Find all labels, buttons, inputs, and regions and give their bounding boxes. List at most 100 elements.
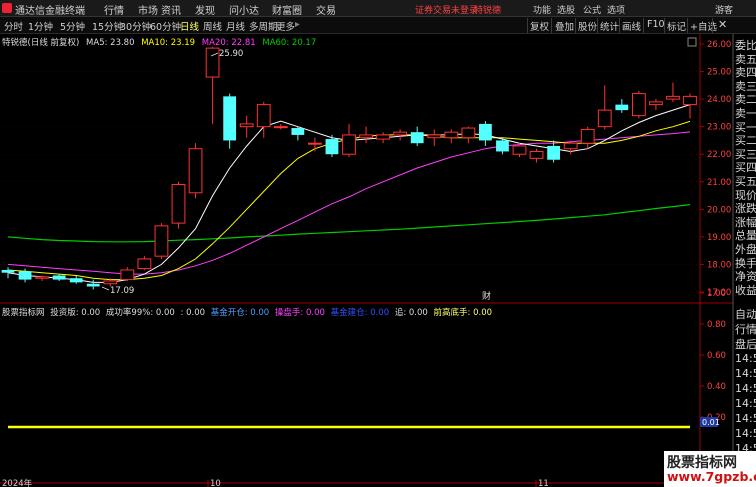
menu-options[interactable]: 选项 xyxy=(607,3,625,16)
menu-formula[interactable]: 公式 xyxy=(583,3,601,16)
side-time: 14:50 xyxy=(735,352,756,365)
tab-monthly[interactable]: 月线 xyxy=(226,19,245,33)
candle-body-down xyxy=(86,283,100,287)
collapse-icon[interactable] xyxy=(687,37,697,47)
side-time: 14:50 xyxy=(735,382,756,395)
indicator-title[interactable]: 股票指标网 xyxy=(2,308,45,318)
toolbar-divider xyxy=(597,18,598,33)
candle-body-up xyxy=(137,258,152,270)
indicator-axis: 1.000.800.600.400.20 xyxy=(700,289,726,423)
ma10-legend: MA10: 23.19 xyxy=(141,38,196,48)
f10-button[interactable]: F10 xyxy=(647,19,665,30)
app-title: 通达信金融终端 xyxy=(15,6,85,17)
menu-discover[interactable]: 发现 xyxy=(195,2,215,17)
tab-timeshare[interactable]: 分时 xyxy=(4,19,23,33)
stock-name-badge: 特锐德 xyxy=(474,6,502,16)
date-label-nov: 11 xyxy=(538,479,549,487)
menu-wealth[interactable]: 财富圈 xyxy=(272,2,302,17)
candle-body-up xyxy=(154,225,169,257)
period-toolbar: 分时 1分钟 5分钟 15分钟 30分钟 60分钟 日线 周线 月线 多周期 更… xyxy=(0,17,756,34)
tab-15min[interactable]: 15分钟 xyxy=(92,19,123,33)
candle-body-up xyxy=(444,131,459,139)
ma60-line xyxy=(7,204,691,243)
candle-body-up xyxy=(512,145,527,155)
finance-marker[interactable]: 财 xyxy=(482,290,491,302)
version-value: 投资版: 0.00 xyxy=(50,308,101,318)
login-status[interactable]: 证券交易未登录 xyxy=(415,3,478,16)
menu-quotes[interactable]: 行情 xyxy=(104,2,124,17)
candle-body-up xyxy=(256,104,271,128)
side-label-lower: 自动 xyxy=(735,308,756,321)
candle-body-up xyxy=(427,134,442,139)
tab-1min[interactable]: 1分钟 xyxy=(28,19,53,33)
ma60-legend: MA60: 20.17 xyxy=(262,38,317,48)
toolbar-divider xyxy=(527,18,528,33)
side-label: 收益 xyxy=(735,283,756,297)
low-pointer xyxy=(101,286,110,291)
price-axis-ticks: 26.00 25.00 24.00 23.00 22.00 21.00 20.00 19.00… xyxy=(700,40,731,298)
tab-60min[interactable]: 60分钟 xyxy=(150,19,181,33)
tab-more[interactable]: 更多 xyxy=(276,19,295,33)
date-label-oct: 10 xyxy=(210,479,221,487)
candle-body-up xyxy=(683,95,697,106)
overlay-button[interactable]: 叠加 xyxy=(555,19,574,33)
candle-body-up xyxy=(461,127,476,139)
menu-select-stock[interactable]: 选股 xyxy=(557,3,575,16)
candle-body-down xyxy=(496,140,509,152)
date-label-year: 2024年 xyxy=(2,478,33,487)
more-arrow-icon[interactable]: ▸ xyxy=(295,19,300,30)
high-price-label: 25.90 xyxy=(219,49,243,59)
candle-body-up xyxy=(205,47,220,78)
main-build-value: 基金建仓: 0.00 xyxy=(330,308,390,318)
price-tick-label: 21.00 xyxy=(707,178,731,188)
candle-body-down xyxy=(69,278,83,283)
tab-multi-period[interactable]: 多周期 xyxy=(249,19,278,33)
candle-body-up xyxy=(188,148,203,194)
tab-daily[interactable]: 日线 xyxy=(180,19,199,33)
toolbar-divider xyxy=(551,18,552,33)
main-open-value: 基金开仓: 0.00 xyxy=(210,308,270,318)
kline-chart[interactable]: 26.00 25.00 24.00 23.00 22.00 21.00 20.00 19.00… xyxy=(0,34,756,487)
guest-label[interactable]: 游客 xyxy=(715,3,733,16)
side-time: 14:50 xyxy=(735,367,756,380)
tab-5min[interactable]: 5分钟 xyxy=(60,19,85,33)
tab-weekly[interactable]: 周线 xyxy=(203,19,222,33)
candlesticks xyxy=(1,46,697,290)
menu-ask[interactable]: 问小达 xyxy=(229,2,259,17)
tab-30min[interactable]: 30分钟 xyxy=(120,19,151,33)
candle-body-down xyxy=(291,128,305,135)
mark-button[interactable]: 标记 xyxy=(667,19,686,33)
candle-body-down xyxy=(547,145,560,160)
site-watermark: 股票指标网 www.7gpzb.com xyxy=(664,451,756,487)
low-price-label: 17.09 xyxy=(110,286,134,296)
candle-body-up xyxy=(239,123,254,128)
price-tick-label: 23.00 xyxy=(707,123,731,133)
candle-body-up xyxy=(342,134,356,155)
menu-trade[interactable]: 交易 xyxy=(316,2,336,17)
menu-news[interactable]: 资讯 xyxy=(161,2,181,17)
draw-line-button[interactable]: 画线 xyxy=(622,19,641,33)
candle-body-down xyxy=(479,123,492,141)
statistics-button[interactable]: 统计 xyxy=(600,19,619,33)
candle-body-up xyxy=(120,269,135,281)
candle-body-up xyxy=(393,131,408,136)
candle-body-up xyxy=(171,184,186,224)
restore-rights-button[interactable]: 复权 xyxy=(530,19,549,33)
candle-body-up xyxy=(597,109,612,128)
menu-market[interactable]: 市场 xyxy=(138,2,158,17)
candle-body-down xyxy=(18,271,32,280)
candle-body-up xyxy=(563,142,578,150)
menu-function[interactable]: 功能 xyxy=(533,3,551,16)
candle-body-down xyxy=(52,275,66,280)
candle-body-up xyxy=(103,280,118,285)
side-label-lower: 盘后 xyxy=(735,338,756,351)
price-tick-label: 26.00 xyxy=(707,40,731,50)
shares-button[interactable]: 股份 xyxy=(578,19,597,33)
price-tick-label: 18.00 xyxy=(707,260,731,270)
indicator-tick-label: 0.80 xyxy=(707,320,726,330)
ma20-legend: MA20: 22.81 xyxy=(201,38,256,48)
close-icon[interactable]: ✕ xyxy=(718,18,727,31)
main-chart-legend: 特锐德(日线 前复权) MA5: 23.80 MA10: 23.19 MA20:… xyxy=(2,36,320,48)
side-time: 14:50 xyxy=(735,397,756,410)
trader-value: 操盘手: 0.00 xyxy=(274,308,325,318)
